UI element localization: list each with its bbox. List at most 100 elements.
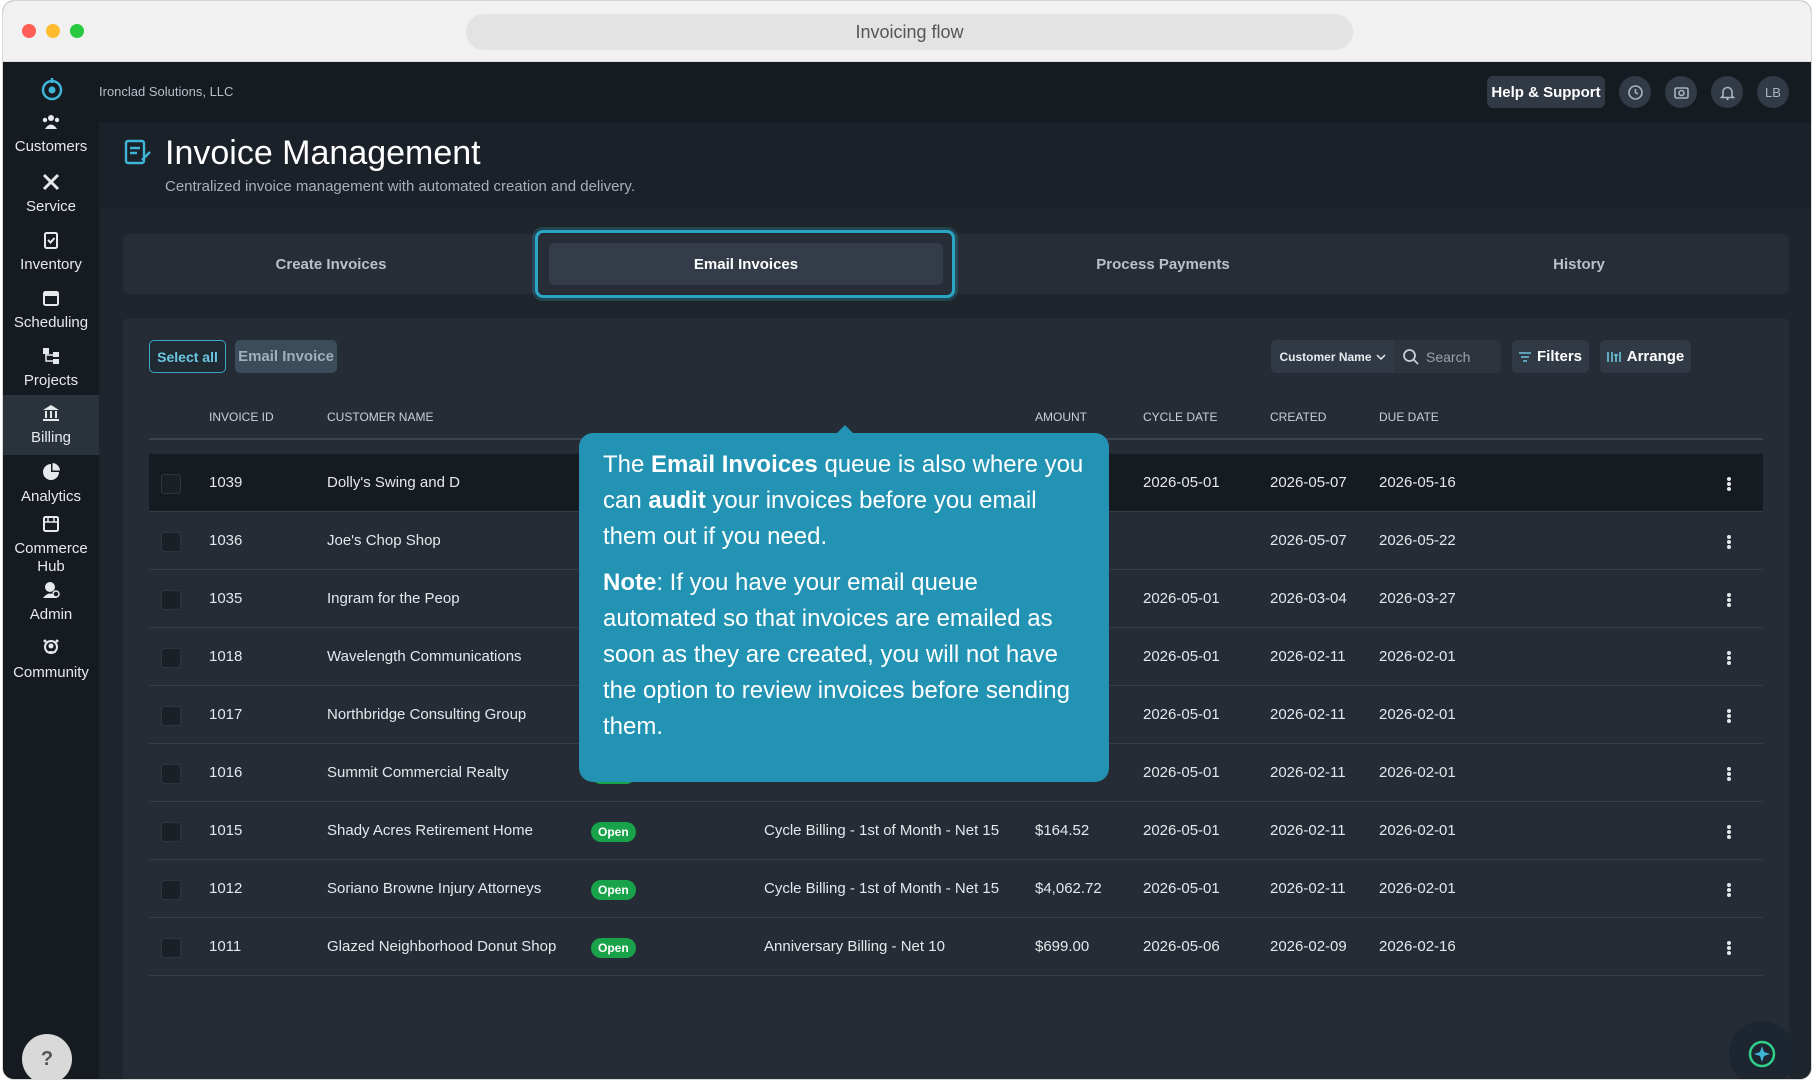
customer-name-cell[interactable]: Ingram for the Peop — [327, 590, 460, 607]
header-due-date[interactable]: DUE DATE — [1379, 410, 1439, 424]
sidebar-item-label: Projects — [23, 372, 79, 389]
tab-history[interactable]: History — [1371, 234, 1787, 294]
created-date-cell: 2026-02-11 — [1270, 706, 1346, 723]
filters-button[interactable]: Filters — [1512, 340, 1589, 373]
bank-icon — [43, 405, 59, 421]
row-actions-icon[interactable] — [1723, 764, 1735, 784]
sidebar-item-community[interactable]: Community — [3, 638, 99, 696]
table-row[interactable]: 1015 Shady Acres Retirement Home Open Cycle… — [149, 802, 1763, 860]
user-gear-icon — [43, 582, 60, 598]
invoice-id-cell: 1018 — [209, 648, 243, 665]
callout-bold: Note — [603, 569, 657, 596]
customer-name-cell[interactable]: Soriano Browne Injury Attorneys — [327, 880, 541, 897]
sparkle-icon — [1748, 1040, 1776, 1068]
customer-name-cell[interactable]: Northbridge Consulting Group — [327, 706, 526, 723]
row-actions-icon[interactable] — [1723, 590, 1735, 610]
row-checkbox[interactable] — [161, 822, 181, 842]
invoice-id-cell: 1035 — [209, 590, 243, 607]
tab-process-payments[interactable]: Process Payments — [955, 234, 1371, 294]
amount-cell: $699.00 — [1035, 938, 1090, 955]
sidebar-item-customers[interactable]: Customers — [3, 112, 99, 170]
sidebar-item-billing[interactable]: Billing — [3, 395, 99, 455]
assistant-fab[interactable] — [1729, 1021, 1795, 1079]
sidebar-item-analytics[interactable]: Analytics — [3, 462, 99, 520]
customer-name-cell[interactable]: Wavelength Communications — [327, 648, 522, 665]
customer-name-cell[interactable]: Glazed Neighborhood Donut Shop — [327, 938, 556, 955]
screenshot-button[interactable] — [1665, 76, 1697, 108]
address-bar[interactable]: Invoicing flow — [466, 14, 1353, 50]
header-customer-name[interactable]: CUSTOMER NAME — [327, 410, 433, 424]
status-badge: Open — [591, 880, 636, 900]
row-actions-icon[interactable] — [1723, 880, 1735, 900]
sort-field-label: Customer Name — [1279, 349, 1372, 364]
sidebar-item-scheduling[interactable]: Scheduling — [3, 288, 99, 346]
callout-paragraph-2: Note: If you have your email queue autom… — [603, 565, 1089, 745]
table-row[interactable]: 1012 Soriano Browne Injury Attorneys Open C… — [149, 860, 1763, 918]
arrange-columns-icon — [1606, 351, 1621, 362]
select-all-button[interactable]: Select all — [149, 340, 226, 373]
storefront-icon — [43, 516, 59, 532]
status-badge: Open — [591, 822, 636, 842]
row-actions-icon[interactable] — [1723, 474, 1735, 494]
customer-name-cell[interactable]: Joe's Chop Shop — [327, 532, 441, 549]
row-checkbox[interactable] — [161, 764, 181, 784]
help-fab[interactable]: ? — [22, 1034, 72, 1079]
history-icon — [1627, 84, 1643, 100]
due-date-cell: 2026-02-01 — [1379, 822, 1456, 839]
help-support-button[interactable]: Help & Support — [1487, 76, 1605, 108]
amount-cell: $164.52 — [1035, 822, 1090, 839]
header-cycle-date[interactable]: CYCLE DATE — [1143, 410, 1217, 424]
status-badge: Open — [591, 938, 636, 958]
tab-create-invoices[interactable]: Create Invoices — [123, 234, 539, 294]
customer-name-cell[interactable]: Summit Commercial Realty — [327, 764, 509, 781]
company-name: Ironclad Solutions, LLC — [99, 84, 234, 99]
minimize-window-icon[interactable] — [46, 24, 60, 38]
row-checkbox[interactable] — [161, 532, 181, 552]
tab-email-invoices[interactable]: Email Invoices — [549, 243, 943, 285]
row-actions-icon[interactable] — [1723, 532, 1735, 552]
row-actions-icon[interactable] — [1723, 648, 1735, 668]
app-logo-icon[interactable] — [39, 76, 65, 102]
row-checkbox[interactable] — [161, 938, 181, 958]
sort-field-dropdown[interactable]: Customer Name — [1271, 340, 1394, 373]
notifications-button[interactable] — [1711, 76, 1743, 108]
due-date-cell: 2026-02-01 — [1379, 764, 1456, 781]
bell-icon — [1719, 86, 1735, 100]
row-actions-icon[interactable] — [1723, 706, 1735, 726]
email-invoice-button[interactable]: Email Invoice — [235, 340, 337, 373]
chevron-down-icon — [1375, 353, 1386, 360]
header-invoice-id[interactable]: INVOICE ID — [209, 410, 274, 424]
header-amount[interactable]: AMOUNT — [1035, 410, 1087, 424]
history-button[interactable] — [1619, 76, 1651, 108]
row-checkbox[interactable] — [161, 474, 181, 494]
maximize-window-icon[interactable] — [70, 24, 84, 38]
due-date-cell: 2026-05-22 — [1379, 532, 1456, 549]
billing-terms-cell: Cycle Billing - 1st of Month - Net 15 — [764, 822, 1000, 839]
row-actions-icon[interactable] — [1723, 938, 1735, 958]
cycle-date-cell: 2026-05-01 — [1143, 764, 1220, 781]
sidebar-item-label: Scheduling — [13, 314, 89, 331]
row-checkbox[interactable] — [161, 706, 181, 726]
sidebar-item-admin[interactable]: Admin — [3, 580, 99, 638]
sidebar-item-inventory[interactable]: Inventory — [3, 230, 99, 288]
sidebar-item-commerce-hub[interactable]: Commerce Hub — [3, 514, 99, 590]
users-icon — [42, 115, 60, 129]
customer-name-cell[interactable]: Dolly's Swing and D — [327, 474, 460, 491]
cycle-date-cell: 2026-05-01 — [1143, 474, 1220, 491]
pie-chart-icon — [43, 463, 60, 480]
row-actions-icon[interactable] — [1723, 822, 1735, 842]
header-created[interactable]: CREATED — [1270, 410, 1326, 424]
row-checkbox[interactable] — [161, 590, 181, 610]
row-checkbox[interactable] — [161, 880, 181, 900]
table-row[interactable]: 1011 Glazed Neighborhood Donut Shop Open An… — [149, 918, 1763, 976]
sidebar-item-label: Customers — [14, 138, 88, 155]
arrange-button[interactable]: Arrange — [1600, 340, 1691, 373]
close-window-icon[interactable] — [22, 24, 36, 38]
hierarchy-icon — [43, 348, 59, 364]
avatar[interactable]: LB — [1757, 76, 1789, 108]
customer-name-cell[interactable]: Shady Acres Retirement Home — [327, 822, 533, 839]
row-checkbox[interactable] — [161, 648, 181, 668]
sidebar-item-service[interactable]: Service — [3, 172, 99, 230]
search-input[interactable]: Search — [1394, 340, 1501, 373]
created-date-cell: 2026-02-11 — [1270, 822, 1346, 839]
